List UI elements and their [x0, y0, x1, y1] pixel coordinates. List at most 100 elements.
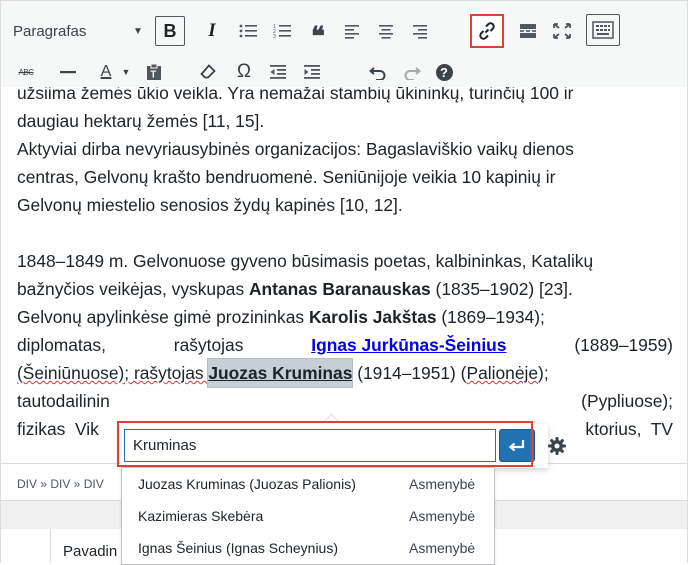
align-right-icon: [413, 25, 427, 39]
align-center-icon: [379, 25, 393, 39]
help-button[interactable]: ?: [431, 59, 457, 85]
format-select-value: Paragrafas: [13, 22, 87, 40]
content-line: užsiima žemės ūkio veikla. Yra nemažai s…: [17, 87, 673, 107]
column-divider: [50, 529, 51, 563]
editor-content[interactable]: užsiima žemės ūkio veikla. Yra nemažai s…: [1, 87, 687, 463]
content-line: Gelvonų miestelio senosios žydų kapinės …: [17, 191, 673, 219]
outdent-icon: [270, 65, 286, 79]
return-arrow-icon: [508, 439, 525, 451]
blockquote-button[interactable]: ❝: [303, 16, 333, 49]
special-character-button[interactable]: Ω: [231, 59, 257, 85]
outdent-button[interactable]: [265, 59, 291, 85]
paragraph-text: užsiima žemės ūkio veikla. Yra nemažai s…: [17, 87, 574, 103]
paragraph-text: Palionėje: [466, 363, 539, 383]
content-line: daugiau hektarų žemės [11, 15].: [17, 107, 673, 135]
link-suggestions-list: Juozas Kruminas (Juozas Palionis) Asmeny…: [121, 467, 495, 565]
paragraph-text: rašytojas: [173, 335, 244, 355]
paragraph-text: );: [538, 363, 549, 383]
suggestion-title: Juozas Kruminas (Juozas Palionis): [138, 476, 356, 492]
column-header: Pavadin: [63, 543, 118, 560]
content-line: 1848–1849 m. Gelvonuose gyveno būsimasis…: [17, 247, 673, 275]
suggestion-type: Asmenybė: [409, 540, 476, 556]
svg-text:3: 3: [273, 34, 276, 39]
suggestion-type: Asmenybė: [409, 476, 476, 492]
link-popup: [120, 424, 566, 468]
content-line: bažnyčios veikėjas, vyskupas Antanas Bar…: [17, 275, 673, 303]
paragraph-text: (1914–1951) (: [352, 363, 467, 383]
redo-icon: [404, 67, 421, 80]
italic-button[interactable]: I: [197, 16, 227, 46]
italic-icon: I: [208, 20, 216, 41]
paragraph-text: (Pypliuose);: [581, 391, 673, 411]
bullet-list-icon: [239, 24, 257, 38]
existing-link[interactable]: Ignas Jurkūnas-Šeinius: [311, 331, 506, 359]
fullscreen-button[interactable]: [547, 16, 577, 46]
indent-button[interactable]: [299, 59, 325, 85]
element-path[interactable]: DIV » DIV » DIV: [17, 477, 104, 491]
special-character-icon: Ω: [236, 61, 252, 82]
strikethrough-icon: ABC: [18, 67, 34, 77]
text-color-icon: A: [100, 63, 112, 80]
paragraph-text: (Šeiniūnuose); rašytojas: [17, 363, 209, 383]
fullscreen-icon: [553, 23, 571, 39]
chevron-down-icon: ▼: [121, 67, 131, 77]
undo-button[interactable]: [365, 59, 391, 85]
read-more-icon: [520, 24, 536, 38]
content-line: (Šeiniūnuose); rašytojas Juozas Kruminas…: [17, 358, 673, 388]
bold-button[interactable]: B: [155, 16, 185, 46]
apply-link-button[interactable]: [499, 429, 535, 462]
clear-formatting-button[interactable]: [195, 59, 221, 85]
horizontal-line-button[interactable]: [55, 59, 81, 85]
help-icon-glyph: ?: [440, 64, 448, 80]
suggestion-item[interactable]: Ignas Šeinius (Ignas Scheynius) Asmenybė: [122, 532, 494, 564]
content-line: Aktyviai dirba nevyriausybinės organizac…: [17, 135, 673, 163]
selected-text[interactable]: Juozas Kruminas: [207, 358, 354, 388]
paragraph-text: 1848–1849 m. Gelvonuose gyveno būsimasis…: [17, 251, 594, 271]
suggestion-title: Kazimieras Skebėra: [138, 508, 264, 524]
content-line: tautodailinin (Pypliuose);: [17, 387, 673, 415]
redo-button[interactable]: [399, 59, 425, 85]
paragraph-text: (1889–1959): [574, 335, 673, 355]
paragraph-text: daugiau hektarų žemės [11, 15].: [17, 111, 265, 131]
numbered-list-icon: 123: [273, 24, 291, 39]
text-color-dropdown[interactable]: ▼: [119, 59, 133, 85]
toolbar-toggle-button[interactable]: [586, 14, 620, 46]
link-settings-button[interactable]: [544, 431, 570, 461]
paragraph-text: Gelvonų apylinkėse gimė prozininkas: [17, 307, 309, 327]
bold-name: Karolis Jakštas: [308, 307, 437, 327]
paragraph-text: fizikas Vik: [17, 419, 99, 439]
align-left-icon: [345, 25, 359, 39]
content-line: centras, Gelvonų krašto bendruomenė. Sen…: [17, 163, 673, 191]
paragraph-text: ktorius, TV: [585, 419, 673, 439]
paragraph-text: Aktyviai dirba nevyriausybinės organizac…: [17, 139, 574, 159]
insert-link-button[interactable]: [470, 14, 504, 48]
suggestion-item[interactable]: Kazimieras Skebėra Asmenybė: [122, 500, 494, 532]
suggestion-item[interactable]: Juozas Kruminas (Juozas Palionis) Asmeny…: [122, 468, 494, 500]
help-icon: ?: [435, 63, 453, 81]
editor-toolbar: Paragrafas ▼ B I 123 ❝ ABC A ▼ T Ω ?: [1, 1, 687, 87]
read-more-button[interactable]: [513, 16, 543, 46]
content-line: Gelvonų apylinkėse gimė prozininkas Karo…: [17, 303, 673, 331]
text-color-button[interactable]: A: [93, 59, 119, 85]
gear-icon: [548, 437, 566, 455]
content-line: diplomatas, rašytojas Ignas Jurkūnas-Šei…: [17, 331, 673, 359]
align-left-button[interactable]: [337, 16, 367, 46]
paragraph-text: (1835–1902) [23].: [430, 279, 573, 299]
toolbar-toggle-icon: [592, 21, 614, 39]
align-right-button[interactable]: [405, 16, 435, 46]
paste-text-icon: T: [147, 63, 161, 81]
numbered-list-button[interactable]: 123: [267, 16, 297, 46]
link-url-input[interactable]: [124, 429, 496, 462]
paragraph-text: diplomatas,: [17, 335, 106, 355]
paragraph-text: Gelvonų miestelio senosios žydų kapinės …: [17, 195, 403, 215]
align-center-button[interactable]: [371, 16, 401, 46]
format-select[interactable]: Paragrafas ▼: [13, 18, 151, 44]
paste-text-button[interactable]: T: [141, 59, 167, 85]
horizontal-line-icon: [60, 71, 76, 74]
chevron-down-icon: ▼: [133, 26, 143, 37]
suggestion-title: Ignas Šeinius (Ignas Scheynius): [138, 540, 338, 556]
strikethrough-button[interactable]: ABC: [13, 59, 39, 85]
bold-name: Antanas Baranauskas: [248, 279, 431, 299]
bullet-list-button[interactable]: [233, 16, 263, 46]
paragraph-text: bažnyčios veikėjas, vyskupas: [17, 279, 249, 299]
